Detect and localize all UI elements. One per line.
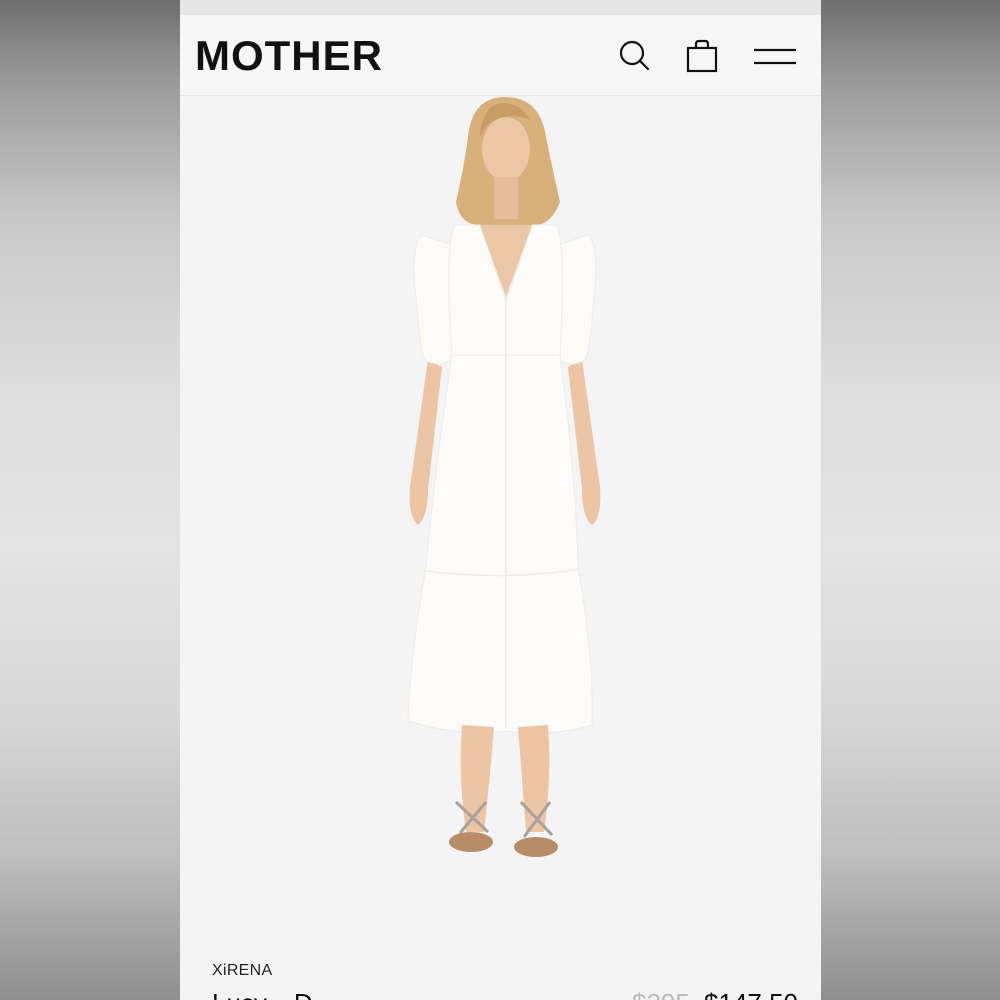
mother-logo[interactable]: MOTHER (195, 33, 383, 79)
sale-price: $147.50 (704, 988, 798, 1000)
product-brand[interactable]: XiRENA (212, 962, 272, 980)
hamburger-menu-icon[interactable] (752, 37, 798, 75)
status-strip (180, 0, 821, 15)
product-photo-illustration (180, 97, 821, 940)
site-header: MOTHER (180, 15, 821, 96)
product-name[interactable]: Lucy... D... (212, 988, 334, 1000)
shopping-bag-icon[interactable] (682, 37, 722, 75)
original-price: $295 (632, 988, 690, 1000)
search-icon[interactable] (615, 37, 655, 75)
product-image[interactable] (180, 97, 821, 940)
phone-screen: MOTHER XiRENA (180, 0, 821, 1000)
